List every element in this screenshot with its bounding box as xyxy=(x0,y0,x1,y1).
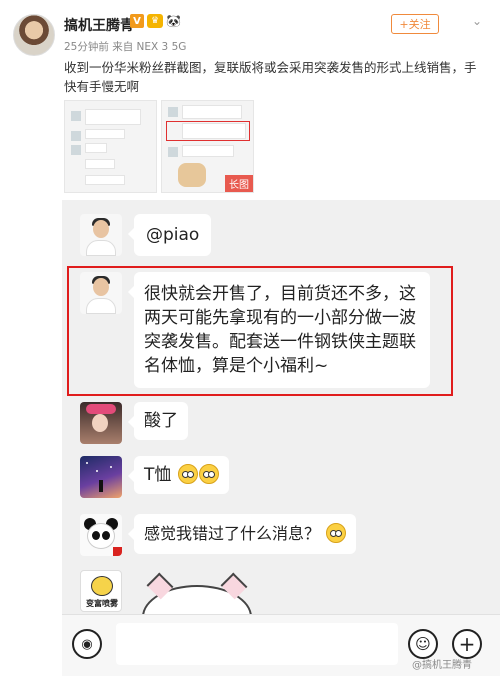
highlight-box xyxy=(67,266,453,396)
chat-message: @piao xyxy=(80,214,212,256)
avatar[interactable] xyxy=(80,402,122,444)
message-bubble: T恤 xyxy=(128,456,229,494)
chevron-down-icon[interactable]: ⌄ xyxy=(472,14,488,30)
message-bubble: 酸了 xyxy=(128,402,188,440)
cat-sticker-image xyxy=(178,163,206,187)
avatar[interactable]: 变富喷雾 xyxy=(80,570,122,612)
verified-v-badge-icon: V xyxy=(130,14,144,28)
chat-message: 变富喷雾 xyxy=(80,570,122,612)
weibo-post: 搞机王腾青 V ♛ 🐼 25分钟前 来自 NEX 3 5G +关注 ⌄ 收到一份… xyxy=(0,0,500,200)
chat-message: T恤 xyxy=(80,456,229,498)
emoji-icon[interactable]: ☺ xyxy=(408,629,438,659)
message-bubble: @piao xyxy=(127,214,212,256)
message-bubble: 感觉我错过了什么消息？ xyxy=(127,514,357,554)
plus-icon[interactable]: + xyxy=(452,629,482,659)
post-text: 收到一份华米粉丝群截图，复联版将或会采用突袭发售的形式上线销售，手快有手慢无啊 xyxy=(64,60,477,94)
sticker-caption: 变富喷雾 xyxy=(86,599,118,608)
flushed-emoji-icon xyxy=(177,464,198,484)
chat-screenshot: @piao 很快就会开售了，目前货还不多，这两天可能先拿现有的一小部分做一波突袭… xyxy=(62,200,500,676)
chat-message: 感觉我错过了什么消息？ xyxy=(80,514,357,556)
author-badges: V ♛ 🐼 xyxy=(130,14,182,28)
message-text: 酸了 xyxy=(144,411,178,431)
thinking-emoji-icon xyxy=(326,523,347,543)
watermark: @搞机王腾青 xyxy=(412,660,472,671)
post-meta: 25分钟前 来自 NEX 3 5G xyxy=(64,41,187,53)
avatar[interactable] xyxy=(80,214,122,256)
message-text: @piao xyxy=(146,225,200,245)
panda-badge-icon: 🐼 xyxy=(166,14,181,28)
avatar[interactable] xyxy=(80,456,122,498)
message-input[interactable] xyxy=(116,623,398,665)
flushed-emoji-icon xyxy=(198,464,219,484)
vip-crown-icon: ♛ xyxy=(147,14,163,28)
avatar[interactable] xyxy=(80,514,122,556)
follow-button[interactable]: +关注 xyxy=(391,14,439,34)
message-text: 感觉我错过了什么消息？ xyxy=(144,524,321,543)
post-image-thumbnail[interactable] xyxy=(64,100,157,193)
post-images: 长图 xyxy=(64,100,254,193)
voice-icon[interactable]: ◉ xyxy=(72,629,102,659)
message-text: T恤 xyxy=(144,465,172,485)
author-avatar[interactable] xyxy=(13,14,55,56)
long-image-tag: 长图 xyxy=(225,175,253,192)
author-username[interactable]: 搞机王腾青 xyxy=(64,15,134,35)
chat-message: 酸了 xyxy=(80,402,188,444)
post-image-thumbnail[interactable]: 长图 xyxy=(161,100,254,193)
